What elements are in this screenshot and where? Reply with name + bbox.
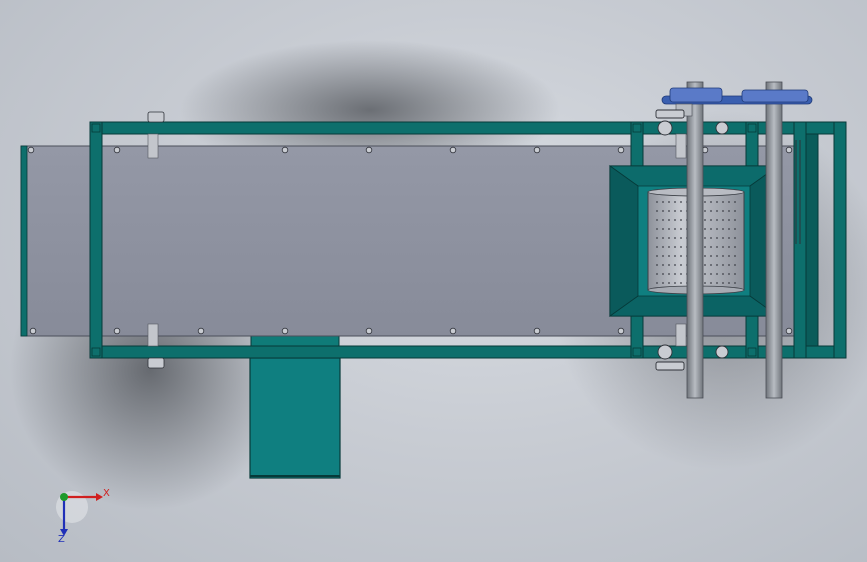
x-axis-label: X	[103, 488, 110, 499]
cad-viewport[interactable]: X Z	[0, 0, 867, 562]
z-axis-label: Z	[58, 534, 65, 545]
coordinate-triad[interactable]: X Z	[56, 488, 110, 545]
